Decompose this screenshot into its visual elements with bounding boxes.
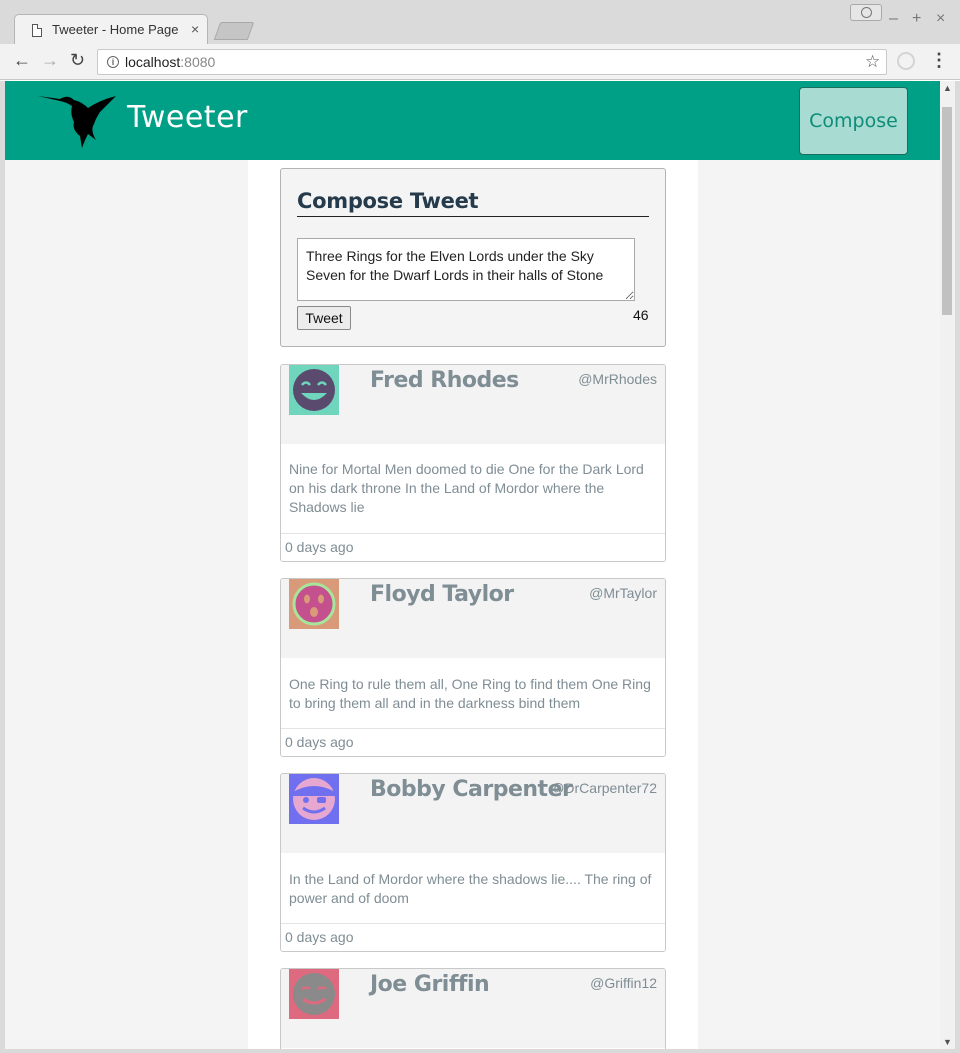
surprised-face-icon bbox=[289, 579, 339, 629]
info-icon[interactable]: i bbox=[107, 56, 119, 68]
user-name: Floyd Taylor bbox=[370, 582, 514, 607]
page-scrollbar[interactable]: ▲ ▼ bbox=[940, 81, 955, 1049]
tweet-button[interactable]: Tweet bbox=[297, 306, 351, 330]
smirking-face-icon bbox=[289, 969, 339, 1019]
scroll-down-arrow-icon[interactable]: ▼ bbox=[943, 1037, 952, 1047]
character-counter: 46 bbox=[633, 307, 649, 323]
user-icon bbox=[861, 7, 872, 18]
compose-title: Compose Tweet bbox=[297, 189, 649, 217]
tweet-card: Floyd Taylor @MrTaylor One Ring to rule … bbox=[280, 578, 666, 757]
close-window-icon[interactable]: × bbox=[936, 10, 945, 28]
tweet-content: Nine for Mortal Men doomed to die One fo… bbox=[289, 461, 644, 515]
grinning-face-icon bbox=[289, 365, 339, 415]
bookmark-star-icon[interactable]: ☆ bbox=[865, 52, 880, 72]
brand-title: Tweeter bbox=[127, 100, 248, 135]
scroll-up-arrow-icon[interactable]: ▲ bbox=[943, 83, 952, 93]
tweet-card: Bobby Carpenter @DrCarpenter72 In the La… bbox=[280, 773, 666, 952]
user-name: Bobby Carpenter bbox=[370, 777, 573, 802]
tweet-timestamp: 0 days ago bbox=[285, 539, 354, 555]
user-handle: @MrRhodes bbox=[578, 371, 657, 387]
forward-arrow-icon[interactable]: → bbox=[41, 50, 59, 71]
browser-toolbar: ← → ↻ i localhost:8080 ☆ ⋮ bbox=[0, 44, 960, 80]
url-text: localhost:8080 bbox=[125, 54, 215, 70]
tab-title: Tweeter - Home Page bbox=[52, 22, 179, 37]
url-host: localhost bbox=[125, 54, 181, 70]
compose-button[interactable]: Compose bbox=[799, 87, 908, 155]
user-handle: @MrTaylor bbox=[589, 585, 657, 601]
url-port: :8080 bbox=[180, 54, 216, 70]
tweet-footer: 0 days ago bbox=[281, 923, 665, 951]
tweet-header: Bobby Carpenter @DrCarpenter72 bbox=[281, 774, 665, 853]
document-icon bbox=[32, 24, 42, 37]
tweet-footer: 0 days ago bbox=[281, 728, 665, 756]
window-border bbox=[0, 1049, 960, 1053]
compose-tweet-form: Compose Tweet Three Rings for the Elven … bbox=[280, 168, 666, 347]
user-handle: @DrCarpenter72 bbox=[550, 780, 657, 796]
address-bar[interactable]: i localhost:8080 ☆ bbox=[97, 49, 887, 75]
maximize-icon[interactable]: + bbox=[912, 10, 921, 28]
close-tab-icon[interactable]: × bbox=[191, 21, 199, 37]
app-navbar: Tweeter Compose bbox=[5, 81, 940, 160]
tweet-timestamp: 0 days ago bbox=[285, 929, 354, 945]
user-name: Fred Rhodes bbox=[370, 368, 519, 393]
hummingbird-logo-icon bbox=[38, 96, 116, 148]
profile-button[interactable] bbox=[850, 4, 882, 21]
window-border bbox=[955, 81, 960, 1049]
tweet-timestamp: 0 days ago bbox=[285, 734, 354, 750]
tweet-header: Joe Griffin @Griffin12 bbox=[281, 969, 665, 1048]
tweet-content: One Ring to rule them all, One Ring to f… bbox=[289, 676, 651, 711]
main-column: Compose Tweet Three Rings for the Elven … bbox=[248, 160, 698, 1049]
reload-icon[interactable]: ↻ bbox=[70, 50, 85, 71]
extension-icon[interactable] bbox=[897, 52, 915, 70]
browser-menu-icon[interactable]: ⋮ bbox=[930, 50, 948, 71]
back-arrow-icon[interactable]: ← bbox=[13, 50, 31, 71]
tweet-card: Joe Griffin @Griffin12 bbox=[280, 968, 666, 1049]
tweet-content: In the Land of Mordor where the shadows … bbox=[289, 871, 652, 906]
tweet-card: Fred Rhodes @MrRhodes Nine for Mortal Me… bbox=[280, 364, 666, 562]
minimize-icon[interactable]: – bbox=[889, 10, 898, 28]
pirate-face-icon bbox=[289, 774, 339, 824]
page-viewport: Tweeter Compose Compose Tweet Three Ring… bbox=[5, 81, 940, 1049]
tweet-header: Fred Rhodes @MrRhodes bbox=[281, 365, 665, 444]
user-handle: @Griffin12 bbox=[590, 975, 657, 991]
browser-tab[interactable]: Tweeter - Home Page × bbox=[14, 14, 208, 45]
new-tab-button[interactable] bbox=[213, 22, 255, 40]
browser-titlebar: Tweeter - Home Page × – + × bbox=[0, 0, 960, 45]
tweet-textarea[interactable]: Three Rings for the Elven Lords under th… bbox=[297, 238, 635, 301]
tweet-footer: 0 days ago bbox=[281, 533, 665, 561]
user-name: Joe Griffin bbox=[370, 972, 490, 997]
tweet-header: Floyd Taylor @MrTaylor bbox=[281, 579, 665, 658]
scrollbar-thumb[interactable] bbox=[942, 107, 952, 315]
